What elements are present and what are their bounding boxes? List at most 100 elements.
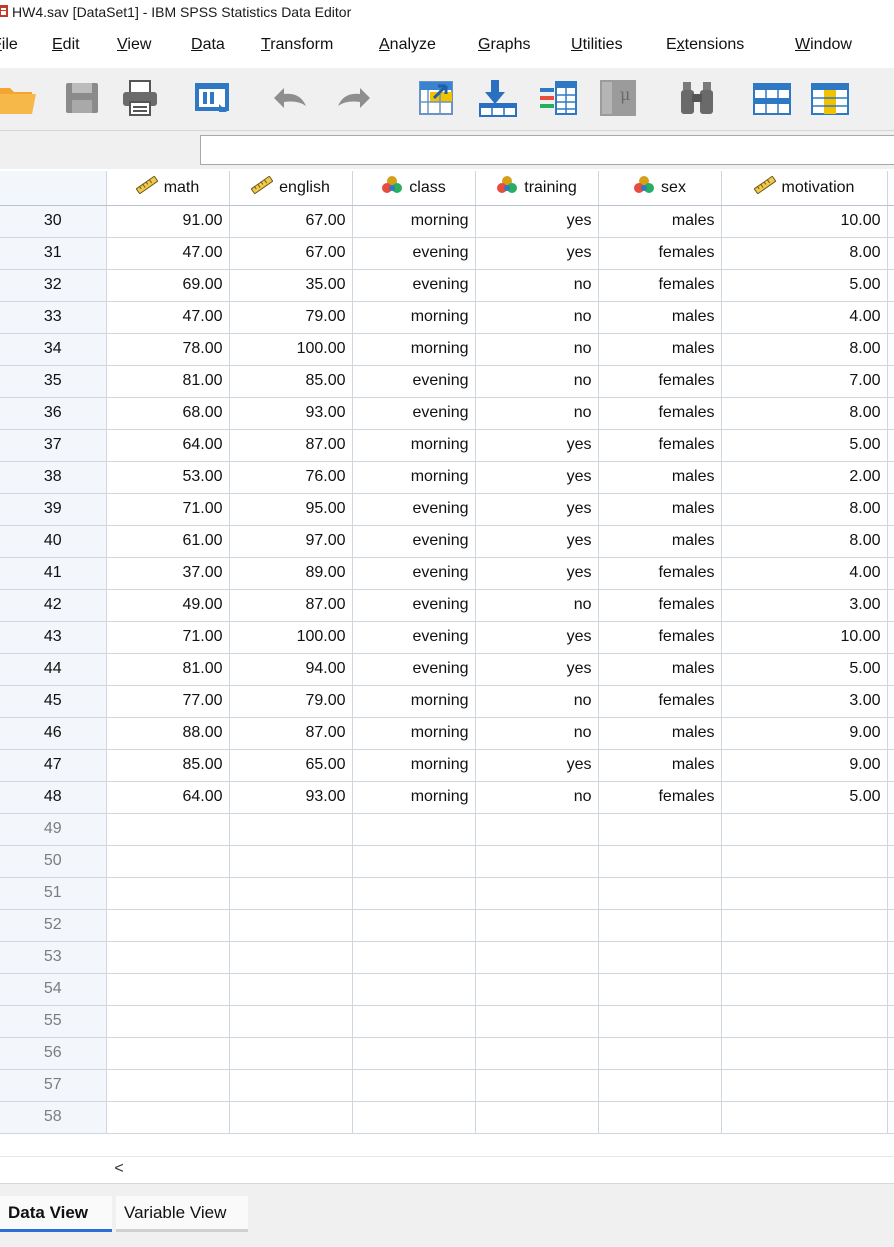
row-number[interactable]: 56 bbox=[0, 1037, 107, 1070]
cell-motivation[interactable]: 8.00 bbox=[721, 397, 888, 430]
row-number[interactable]: 41 bbox=[0, 557, 107, 590]
row-number[interactable]: 55 bbox=[0, 1005, 107, 1038]
cell-empty[interactable] bbox=[721, 941, 888, 974]
cell-empty[interactable] bbox=[887, 941, 894, 974]
cell-class[interactable]: morning bbox=[352, 717, 476, 750]
cell-empty[interactable] bbox=[721, 877, 888, 910]
cell-value-input[interactable] bbox=[200, 135, 894, 165]
cell-empty[interactable] bbox=[721, 1069, 888, 1102]
cell-class[interactable]: evening bbox=[352, 621, 476, 654]
cell-sex[interactable]: females bbox=[598, 557, 722, 590]
cell-class[interactable]: morning bbox=[352, 429, 476, 462]
cell-empty[interactable] bbox=[352, 1037, 476, 1070]
row-number[interactable]: 34 bbox=[0, 333, 107, 366]
cell-empty[interactable] bbox=[106, 1069, 230, 1102]
redo-icon[interactable] bbox=[334, 78, 374, 118]
cell-empty[interactable] bbox=[598, 1005, 722, 1038]
cell-empty[interactable] bbox=[721, 813, 888, 846]
cell-empty[interactable] bbox=[887, 781, 894, 814]
cell-motivation[interactable]: 8.00 bbox=[721, 493, 888, 526]
cell-motivation[interactable]: 5.00 bbox=[721, 653, 888, 686]
menu-graphs[interactable]: Graphs bbox=[478, 36, 530, 54]
tab-data-view[interactable]: Data View bbox=[0, 1196, 112, 1232]
cell-empty[interactable] bbox=[887, 557, 894, 590]
spss-app-icon[interactable] bbox=[0, 4, 8, 18]
cell-class[interactable]: morning bbox=[352, 333, 476, 366]
cell-english[interactable]: 67.00 bbox=[229, 237, 353, 270]
cell-sex[interactable]: females bbox=[598, 429, 722, 462]
cell-empty[interactable] bbox=[887, 429, 894, 462]
cell-math[interactable]: 71.00 bbox=[106, 621, 230, 654]
cell-sex[interactable]: females bbox=[598, 685, 722, 718]
print-icon[interactable] bbox=[120, 78, 160, 118]
cell-motivation[interactable]: 2.00 bbox=[721, 461, 888, 494]
cell-empty[interactable] bbox=[106, 877, 230, 910]
cell-class[interactable]: evening bbox=[352, 653, 476, 686]
column-header-sex[interactable]: sex bbox=[598, 171, 722, 206]
cell-math[interactable]: 47.00 bbox=[106, 301, 230, 334]
menu-view[interactable]: View bbox=[117, 36, 151, 54]
insert-variable-icon[interactable] bbox=[810, 78, 850, 118]
row-number[interactable]: 39 bbox=[0, 493, 107, 526]
menu-extensions[interactable]: Extensions bbox=[666, 36, 744, 54]
cell-empty[interactable] bbox=[229, 973, 353, 1006]
cell-empty[interactable] bbox=[887, 653, 894, 686]
cell-motivation[interactable]: 4.00 bbox=[721, 557, 888, 590]
cell-motivation[interactable]: 3.00 bbox=[721, 685, 888, 718]
cell-empty[interactable] bbox=[352, 973, 476, 1006]
recall-dialog-icon[interactable] bbox=[193, 78, 233, 118]
row-number[interactable]: 57 bbox=[0, 1069, 107, 1102]
cell-empty[interactable] bbox=[229, 1069, 353, 1102]
cell-empty[interactable] bbox=[887, 813, 894, 846]
cell-empty[interactable] bbox=[598, 909, 722, 942]
cell-empty[interactable] bbox=[721, 845, 888, 878]
cell-training[interactable]: no bbox=[475, 397, 599, 430]
cell-empty[interactable] bbox=[106, 1101, 230, 1134]
run-descriptives-icon[interactable]: μ bbox=[598, 78, 638, 118]
cell-math[interactable]: 68.00 bbox=[106, 397, 230, 430]
cell-empty[interactable] bbox=[475, 1037, 599, 1070]
cell-motivation[interactable]: 3.00 bbox=[721, 589, 888, 622]
cell-class[interactable]: morning bbox=[352, 781, 476, 814]
cell-empty[interactable] bbox=[721, 1005, 888, 1038]
cell-training[interactable]: yes bbox=[475, 429, 599, 462]
cell-english[interactable]: 97.00 bbox=[229, 525, 353, 558]
cell-empty[interactable] bbox=[887, 589, 894, 622]
cell-empty[interactable] bbox=[887, 973, 894, 1006]
cell-empty[interactable] bbox=[887, 845, 894, 878]
row-number[interactable]: 36 bbox=[0, 397, 107, 430]
cell-empty[interactable] bbox=[229, 1037, 353, 1070]
cell-motivation[interactable]: 5.00 bbox=[721, 269, 888, 302]
cell-english[interactable]: 35.00 bbox=[229, 269, 353, 302]
cell-training[interactable]: yes bbox=[475, 205, 599, 238]
cell-empty[interactable] bbox=[887, 333, 894, 366]
row-number[interactable]: 31 bbox=[0, 237, 107, 270]
cell-empty[interactable] bbox=[887, 1101, 894, 1134]
cell-empty[interactable] bbox=[352, 941, 476, 974]
cell-class[interactable]: morning bbox=[352, 301, 476, 334]
cell-motivation[interactable]: 9.00 bbox=[721, 749, 888, 782]
cell-math[interactable]: 78.00 bbox=[106, 333, 230, 366]
cell-empty[interactable] bbox=[887, 525, 894, 558]
cell-motivation[interactable]: 10.00 bbox=[721, 205, 888, 238]
cell-empty[interactable] bbox=[475, 973, 599, 1006]
cell-training[interactable]: no bbox=[475, 301, 599, 334]
cell-motivation[interactable]: 4.00 bbox=[721, 301, 888, 334]
cell-english[interactable]: 76.00 bbox=[229, 461, 353, 494]
cell-empty[interactable] bbox=[229, 909, 353, 942]
cell-sex[interactable]: males bbox=[598, 653, 722, 686]
insert-cases-icon[interactable] bbox=[752, 78, 792, 118]
cell-english[interactable]: 89.00 bbox=[229, 557, 353, 590]
cell-empty[interactable] bbox=[475, 1005, 599, 1038]
cell-training[interactable]: yes bbox=[475, 525, 599, 558]
cell-empty[interactable] bbox=[475, 941, 599, 974]
row-number[interactable]: 45 bbox=[0, 685, 107, 718]
cell-class[interactable]: evening bbox=[352, 269, 476, 302]
cell-empty[interactable] bbox=[106, 1005, 230, 1038]
row-number[interactable]: 53 bbox=[0, 941, 107, 974]
cell-empty[interactable] bbox=[229, 877, 353, 910]
cell-empty[interactable] bbox=[721, 1037, 888, 1070]
row-number[interactable]: 33 bbox=[0, 301, 107, 334]
row-number[interactable]: 48 bbox=[0, 781, 107, 814]
row-number[interactable]: 37 bbox=[0, 429, 107, 462]
